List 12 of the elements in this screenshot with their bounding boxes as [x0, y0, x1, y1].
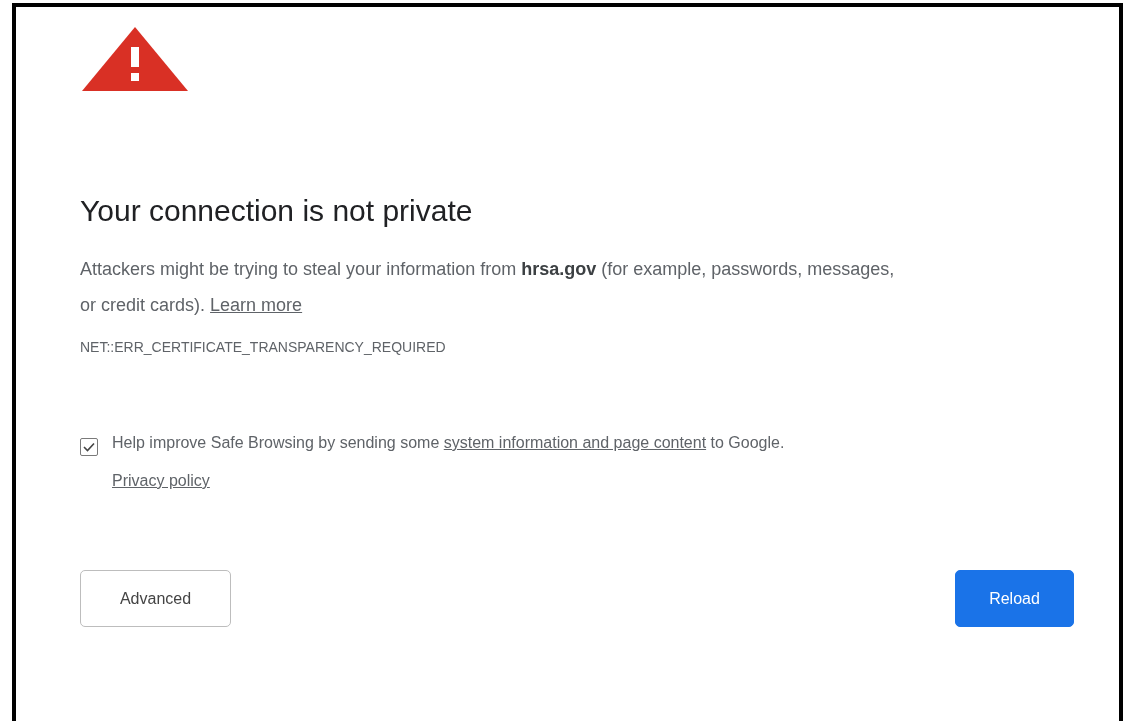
page-heading: Your connection is not private	[80, 193, 473, 229]
warning-icon	[80, 25, 190, 93]
checkmark-icon	[83, 442, 95, 452]
warning-message: Attackers might be trying to steal your information from hrsa.gov (for example, passwords, messages, or credit cards). Learn more	[80, 258, 896, 317]
privacy-policy-link[interactable]: Privacy policy	[112, 472, 210, 489]
error-code: NET::ERR_CERTIFICATE_TRANSPARENCY_REQUIRED	[80, 339, 446, 355]
learn-more-link[interactable]: Learn more	[210, 295, 303, 315]
checkbox[interactable]	[80, 438, 98, 456]
system-info-link[interactable]: system information and page content	[443, 434, 707, 451]
safe-browsing-message: Help improve Safe Browsing by sending some system information and page content to Google. Privacy policy	[112, 433, 786, 491]
reload-button[interactable]: Reload	[955, 570, 1074, 627]
advanced-button[interactable]: Advanced	[80, 570, 231, 627]
